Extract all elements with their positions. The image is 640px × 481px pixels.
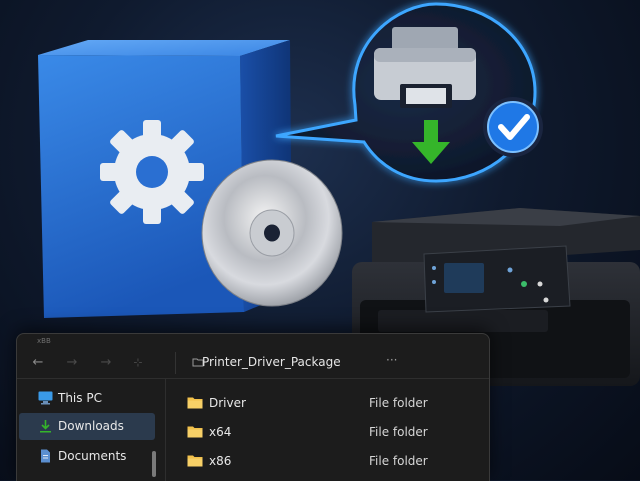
more-options-icon[interactable]: ··· bbox=[386, 353, 397, 367]
cd-disc-icon bbox=[201, 159, 343, 307]
file-name: Driver bbox=[209, 396, 246, 410]
nav-item-label: This PC bbox=[58, 391, 102, 405]
back-arrow-icon[interactable]: ← bbox=[29, 354, 47, 372]
forward-arrow-icon[interactable]: → bbox=[63, 354, 81, 372]
folder-icon bbox=[187, 426, 203, 438]
file-name: x64 bbox=[209, 425, 232, 439]
nav-item-documents[interactable]: Documents bbox=[19, 443, 155, 470]
window-title: xBB bbox=[37, 337, 51, 345]
file-type: File folder bbox=[369, 396, 428, 410]
scrollbar-thumb[interactable] bbox=[152, 451, 156, 477]
address-path: Printer_Driver_Package bbox=[202, 355, 341, 369]
navigation-bar: ← → → ⊹ Printer_Driver_Package ··· bbox=[17, 350, 489, 378]
nav-item-label: Documents bbox=[58, 449, 127, 463]
download-icon bbox=[40, 420, 51, 433]
pane-divider bbox=[165, 379, 166, 481]
file-row-driver[interactable]: Driver File folder bbox=[185, 389, 481, 417]
document-icon bbox=[41, 449, 50, 463]
checkmark-icon bbox=[483, 97, 543, 157]
nav-item-label: Downloads bbox=[58, 419, 124, 433]
file-row-x64[interactable]: x64 File folder bbox=[185, 418, 481, 446]
computer-icon bbox=[38, 391, 53, 405]
up-arrow-icon[interactable]: → bbox=[97, 354, 115, 372]
title-bar: xBB bbox=[17, 334, 489, 350]
navigation-pane: This PC Downloads Documents bbox=[17, 379, 177, 481]
file-row-x86[interactable]: x86 File folder bbox=[185, 447, 481, 475]
file-name: x86 bbox=[209, 454, 232, 468]
gear-icon bbox=[100, 120, 204, 224]
folder-icon bbox=[187, 455, 203, 467]
nav-item-downloads[interactable]: Downloads bbox=[19, 413, 155, 440]
file-type: File folder bbox=[369, 454, 428, 468]
refresh-icon[interactable]: ⊹ bbox=[129, 354, 147, 372]
file-type: File folder bbox=[369, 425, 428, 439]
file-explorer-window: xBB ← → → ⊹ Printer_Driver_Package ··· T… bbox=[16, 333, 490, 481]
address-bar[interactable]: Printer_Driver_Package ··· bbox=[175, 352, 482, 374]
folder-icon bbox=[187, 397, 203, 409]
nav-item-this-pc[interactable]: This PC bbox=[19, 385, 155, 412]
